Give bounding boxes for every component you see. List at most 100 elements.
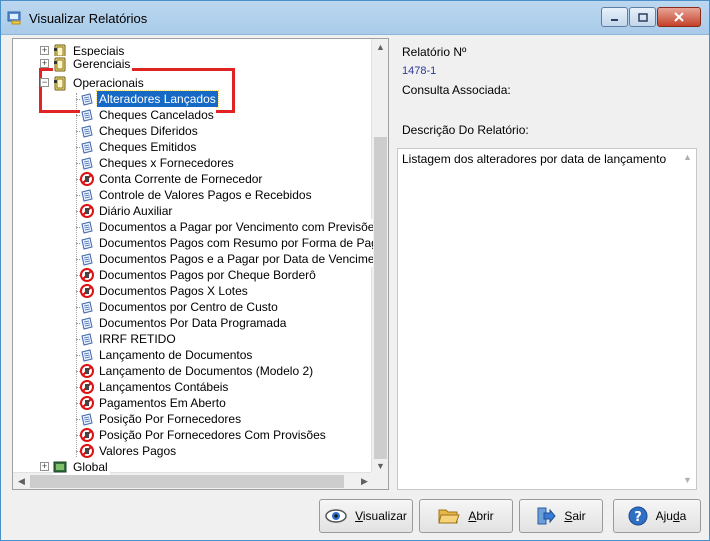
blocked-report-icon — [80, 380, 97, 394]
title-bar: Visualizar Relatórios — [1, 1, 709, 35]
tree-item[interactable]: Pagamentos Em Aberto — [76, 395, 228, 411]
tree-branch-line — [76, 115, 80, 116]
report-icon — [80, 332, 97, 346]
scroll-up-icon[interactable]: ▲ — [679, 149, 696, 166]
tree-item-label: Cheques x Fornecedores — [99, 156, 234, 170]
tree-branch-line — [76, 355, 80, 356]
tree-item[interactable]: Conta Corrente de Fornecedor — [76, 171, 265, 187]
blocked-report-icon — [80, 268, 97, 282]
tree-branch-line — [76, 371, 80, 372]
tree-item-label: Valores Pagos — [99, 444, 177, 458]
report-icon — [80, 108, 97, 122]
sair-label: air — [572, 509, 586, 523]
ajuda-label-start: Aju — [655, 509, 673, 523]
maximize-button[interactable] — [629, 7, 656, 27]
tree-folder-global[interactable]: + Global — [40, 459, 110, 475]
eye-icon — [325, 509, 347, 523]
tree-branch-line — [76, 259, 80, 260]
ajuda-button[interactable]: ? Ajuda — [613, 499, 701, 533]
report-icon — [80, 156, 97, 170]
tree-item-label: Lançamentos Contábeis — [99, 380, 229, 394]
blocked-report-icon — [80, 284, 97, 298]
report-icon — [80, 412, 97, 426]
report-icon — [80, 300, 97, 314]
tree-item[interactable]: Documentos Pagos com Resumo por Forma de… — [76, 235, 373, 251]
tree-item-label: IRRF RETIDO — [99, 332, 176, 346]
report-icon — [80, 220, 97, 234]
report-icon — [80, 236, 97, 250]
blocked-report-icon — [80, 204, 97, 218]
maximize-icon — [637, 12, 648, 22]
tree-item[interactable]: Documentos a Pagar por Vencimento com Pr… — [76, 219, 373, 235]
abrir-label: brir — [476, 509, 494, 523]
tree-branch-line — [76, 451, 80, 452]
tree-item[interactable]: Documentos Pagos por Cheque Borderô — [76, 267, 318, 283]
exit-icon — [537, 507, 556, 525]
tree-branch-line — [76, 179, 80, 180]
tree-item[interactable]: Cheques Emitidos — [76, 139, 199, 155]
ajuda-hotkey: d — [672, 509, 680, 523]
scroll-corner — [371, 472, 388, 489]
tree-item[interactable]: Controle de Valores Pagos e Recebidos — [76, 187, 314, 203]
tree-item[interactable]: Lançamento de Documentos (Modelo 2) — [76, 363, 316, 379]
abrir-button[interactable]: Abrir — [419, 499, 513, 533]
tree-item-label: Lançamento de Documentos (Modelo 2) — [99, 364, 314, 378]
sair-button[interactable]: Sair — [519, 499, 603, 533]
report-icon — [80, 124, 97, 138]
tree-item[interactable]: Cheques Diferidos — [76, 123, 200, 139]
tree-branch-line — [76, 227, 80, 228]
tree-item[interactable]: Diário Auxiliar — [76, 203, 175, 219]
tree-folder-gerenciais[interactable]: + Gerenciais — [40, 56, 133, 72]
expand-icon[interactable]: + — [40, 59, 49, 68]
tree-item[interactable]: Lançamento de Documentos — [76, 347, 255, 363]
tree-item[interactable]: Posição Por Fornecedores — [76, 411, 244, 427]
tree-branch-line — [76, 339, 80, 340]
description-text: Listagem dos alteradores por data de lan… — [402, 152, 667, 166]
tree-item[interactable]: Documentos por Centro de Custo — [76, 299, 280, 315]
tree-vertical-scrollbar[interactable]: ▲ ▼ — [371, 39, 388, 475]
tree-item[interactable]: Cheques x Fornecedores — [76, 155, 236, 171]
minimize-icon — [611, 18, 618, 21]
blocked-report-icon — [80, 396, 97, 410]
blocked-report-icon — [80, 428, 97, 442]
collapse-icon[interactable]: − — [40, 78, 49, 87]
expand-icon[interactable]: + — [40, 462, 49, 471]
svg-text:?: ? — [634, 510, 642, 525]
tree-item[interactable]: Valores Pagos — [76, 443, 179, 459]
tree-item[interactable]: Documentos Por Data Programada — [76, 315, 289, 331]
visualizar-hotkey: V — [355, 509, 363, 523]
group-icon — [53, 461, 71, 473]
tree-item-label: Gerenciais — [73, 57, 131, 71]
tree-item-label: Cheques Cancelados — [99, 108, 214, 122]
tree-branch-line — [76, 403, 80, 404]
scroll-up-icon[interactable]: ▲ — [372, 39, 388, 56]
description-scrollbar[interactable]: ▲ ▼ — [679, 149, 696, 489]
tree-item[interactable]: Documentos Pagos e a Pagar por Data de V… — [76, 251, 373, 267]
scroll-down-icon[interactable]: ▼ — [679, 472, 696, 489]
tree-item[interactable]: Documentos Pagos X Lotes — [76, 283, 250, 299]
expand-icon[interactable]: + — [40, 46, 49, 55]
tree-branch-line — [76, 131, 80, 132]
tree-item[interactable]: Lançamentos Contábeis — [76, 379, 231, 395]
tree-item[interactable]: Alteradores Lançados — [76, 90, 219, 108]
blocked-report-icon — [80, 444, 97, 458]
close-button[interactable] — [657, 7, 701, 27]
minimize-button[interactable] — [601, 7, 628, 27]
tree-item-label: Posição Por Fornecedores Com Provisões — [99, 428, 326, 442]
tree-branch-line — [76, 387, 80, 388]
tree-item-label: Cheques Diferidos — [99, 124, 198, 138]
report-icon — [80, 92, 97, 106]
report-icon — [80, 140, 97, 154]
tree-item-label: Documentos Pagos e a Pagar por Data de V… — [99, 252, 373, 266]
tree-folder-operacionais[interactable]: − Operacionais — [40, 75, 146, 91]
visualizar-button[interactable]: Visualizar — [319, 499, 413, 533]
scroll-thumb[interactable] — [374, 137, 387, 459]
tree-item[interactable]: Posição Por Fornecedores Com Provisões — [76, 427, 328, 443]
tree-item-label: Documentos a Pagar por Vencimento com Pr… — [99, 220, 373, 234]
tree-item[interactable]: IRRF RETIDO — [76, 331, 178, 347]
tree-branch-line — [76, 275, 80, 276]
scroll-left-icon[interactable]: ◀ — [13, 473, 30, 489]
description-box[interactable]: Listagem dos alteradores por data de lan… — [397, 148, 697, 490]
tree-item[interactable]: Cheques Cancelados — [76, 107, 216, 123]
scroll-thumb-horizontal[interactable] — [30, 475, 344, 488]
